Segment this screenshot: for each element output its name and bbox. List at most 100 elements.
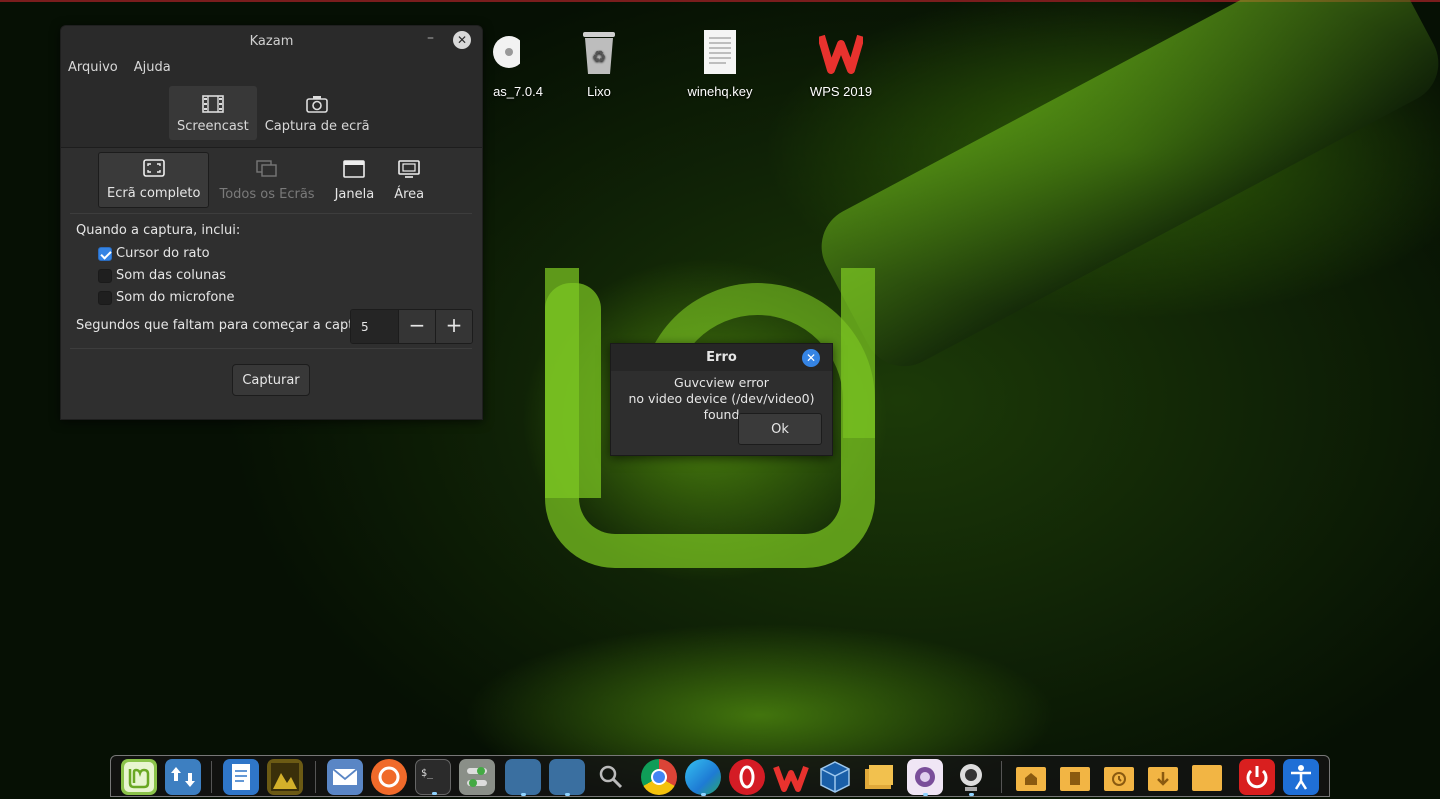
increment-button[interactable]: + (435, 310, 472, 343)
close-icon: ✕ (805, 351, 817, 365)
window-title: Kazam (249, 34, 294, 49)
documents-folder-icon[interactable] (1057, 759, 1093, 795)
running-indicator (565, 793, 570, 796)
virtualbox-icon[interactable] (817, 759, 853, 795)
capture-modes: Ecrã completo Todos os Ecrãs Janela Área (98, 152, 432, 208)
wps-icon[interactable] (773, 759, 809, 795)
countdown-label: Segundos que faltam para começar a captu… (76, 318, 375, 333)
top-border (0, 0, 1440, 2)
countdown-spinner: − + (350, 309, 473, 344)
checkbox-label: Cursor do rato (116, 246, 210, 261)
desktop-icon-label: Lixo (587, 84, 611, 99)
update-manager-icon[interactable] (165, 759, 201, 795)
window-icon (343, 160, 366, 178)
capture-button[interactable]: Capturar (232, 364, 310, 396)
running-indicator (432, 792, 437, 795)
image-viewer-icon[interactable] (267, 759, 303, 795)
wps-logo-icon (817, 30, 865, 76)
files-icon[interactable] (861, 759, 897, 795)
folder-icon[interactable] (1189, 759, 1225, 795)
edge-icon[interactable] (685, 759, 721, 796)
recent-folder-icon[interactable] (1101, 759, 1137, 795)
checkbox-checked[interactable] (98, 246, 112, 261)
accessibility-icon[interactable] (1283, 759, 1319, 795)
desktop-icon-wps[interactable]: WPS 2019 (791, 30, 891, 99)
workspace-1-icon[interactable] (505, 759, 541, 796)
kazam-header: Kazam – ✕ Arquivo Ajuda Screencast Captu… (61, 26, 482, 148)
checkbox-label: Som das colunas (116, 268, 227, 283)
desktop-icon-trash[interactable]: ♻ Lixo (549, 30, 649, 99)
running-indicator (969, 793, 974, 796)
wallpaper-cable (807, 0, 1440, 381)
opera-icon[interactable] (729, 759, 765, 795)
firefox-icon[interactable] (371, 759, 407, 795)
tab-label: Captura de ecrã (264, 119, 370, 134)
checkbox-unchecked[interactable] (98, 290, 112, 305)
mail-icon[interactable] (327, 759, 363, 795)
decrement-button[interactable]: − (398, 310, 435, 343)
mode-label: Ecrã completo (107, 186, 201, 201)
camera-icon (306, 96, 328, 113)
webcam-icon[interactable] (953, 759, 989, 796)
mode-area[interactable]: Área (386, 152, 432, 208)
settings-icon[interactable] (459, 759, 495, 795)
svg-text:♻: ♻ (592, 49, 606, 66)
mode-window[interactable]: Janela (327, 152, 383, 208)
error-line-1: Guvcview error (674, 375, 769, 390)
fullscreen-icon (142, 159, 165, 177)
checkbox-label: Som do microfone (116, 290, 235, 305)
document-icon (698, 30, 742, 76)
separator (70, 213, 472, 214)
trash-icon: ♻ (577, 30, 621, 76)
desktop-icon-winehq-key[interactable]: winehq.key (670, 30, 770, 99)
error-dialog: Erro ✕ Guvcview error no video device (/… (610, 343, 833, 456)
menu-bar: Arquivo Ajuda (68, 60, 171, 75)
screenshot-icon[interactable] (907, 759, 943, 796)
desktop-icon-label: WPS 2019 (809, 84, 873, 99)
include-label: Quando a captura, inclui: (76, 223, 241, 238)
running-indicator (521, 793, 526, 796)
checkbox-cursor[interactable]: Cursor do rato (98, 246, 210, 261)
wallpaper-mint-logo-stem (545, 283, 601, 498)
checkbox-microphone[interactable]: Som do microfone (98, 290, 235, 305)
tab-captura[interactable]: Captura de ecrã (257, 86, 378, 140)
mode-label: Área (394, 187, 425, 202)
error-dialog-header: Erro ✕ (611, 344, 832, 371)
desktop-icon-label: winehq.key (687, 84, 753, 99)
countdown-input[interactable] (351, 310, 398, 343)
terminal-icon[interactable]: $_ (415, 759, 451, 795)
workspace-2-icon[interactable] (549, 759, 585, 796)
checkbox-unchecked[interactable] (98, 268, 112, 283)
tab-screencast[interactable]: Screencast (169, 86, 257, 140)
power-icon[interactable] (1239, 759, 1275, 795)
kazam-window: Kazam – ✕ Arquivo Ajuda Screencast Captu… (60, 25, 483, 420)
menu-ajuda[interactable]: Ajuda (134, 60, 171, 75)
ok-button[interactable]: Ok (738, 413, 822, 445)
downloads-folder-icon[interactable] (1145, 759, 1181, 795)
home-folder-icon[interactable] (1013, 759, 1049, 795)
svg-text:$_: $_ (421, 768, 434, 779)
text-editor-icon[interactable] (223, 759, 259, 795)
chrome-icon[interactable] (641, 759, 677, 795)
checkbox-speakers[interactable]: Som das colunas (98, 268, 226, 283)
dock: $_ (110, 755, 1330, 797)
running-indicator (923, 793, 928, 796)
close-button[interactable]: ✕ (453, 31, 471, 49)
dialog-close-button[interactable]: ✕ (802, 349, 820, 367)
running-indicator (701, 793, 706, 796)
area-icon (398, 160, 420, 178)
film-icon (202, 95, 224, 113)
search-icon[interactable] (593, 759, 629, 795)
separator (70, 348, 472, 349)
mode-all-screens[interactable]: Todos os Ecrãs (211, 152, 322, 208)
menu-arquivo[interactable]: Arquivo (68, 60, 118, 75)
minimize-button[interactable]: – (427, 30, 434, 46)
mode-label: Todos os Ecrãs (219, 187, 315, 202)
monitors-icon (256, 160, 277, 177)
dock-separator (211, 761, 212, 793)
mode-label: Janela (334, 187, 375, 202)
mode-fullscreen[interactable]: Ecrã completo (98, 152, 210, 208)
mint-menu-icon[interactable] (121, 759, 157, 795)
dock-separator (315, 761, 316, 793)
mode-tabs: Screencast Captura de ecrã (169, 86, 378, 140)
